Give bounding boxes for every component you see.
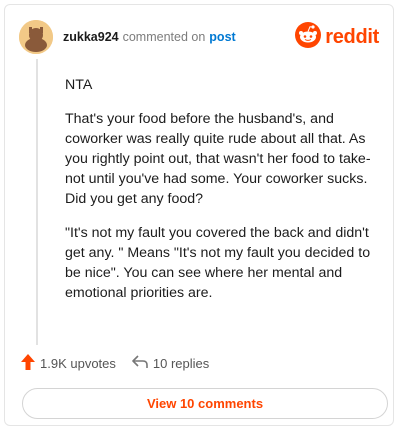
comment-header: zukka924 commented on post reddit — [19, 19, 379, 55]
reply-button[interactable]: 10 replies — [132, 354, 210, 372]
post-link[interactable]: post — [209, 30, 235, 44]
comment-body: NTA That's your food before the husband'… — [65, 75, 385, 317]
comment-card: zukka924 commented on post reddit NTA Th… — [4, 4, 394, 426]
avatar[interactable] — [19, 20, 53, 54]
view-comments-button[interactable]: View 10 comments — [22, 388, 388, 419]
comment-paragraph: "It's not my fault you covered the back … — [65, 225, 371, 301]
reddit-brand: reddit — [295, 21, 379, 53]
comment-paragraph: That's your food before the husband's, a… — [65, 111, 371, 207]
reply-icon — [132, 354, 153, 372]
comment-actions: 1.9K upvotes 10 replies — [21, 353, 377, 373]
commented-label: commented on — [122, 30, 206, 44]
reddit-wordmark: reddit — [325, 25, 379, 48]
reply-count: 10 replies — [152, 355, 210, 371]
upvote-count: 1.9K upvotes — [40, 355, 116, 371]
upvote-button[interactable]: 1.9K upvotes — [21, 353, 116, 373]
thread-line — [36, 59, 38, 345]
reddit-logo-icon — [295, 21, 322, 53]
comment-meta: zukka924 commented on post — [63, 30, 236, 44]
username[interactable]: zukka924 — [63, 30, 119, 44]
comment-paragraph: NTA — [65, 77, 93, 93]
upvote-arrow-icon — [21, 353, 40, 373]
